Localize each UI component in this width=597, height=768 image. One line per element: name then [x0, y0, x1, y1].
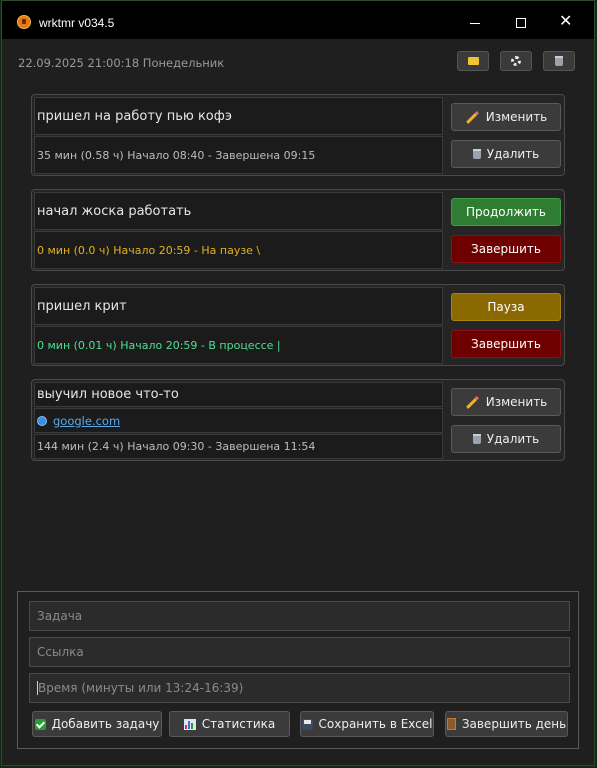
- link-input-placeholder: Ссылка: [37, 645, 84, 659]
- end-day-button[interactable]: Завершить день: [445, 711, 568, 737]
- task-meta: 35 мин (0.58 ч) Начало 08:40 - Завершена…: [34, 136, 443, 174]
- task-meta: 0 мин (0.0 ч) Начало 20:59 - На паузе \: [34, 231, 443, 269]
- trash-icon: [472, 434, 481, 444]
- trash-icon: [555, 56, 563, 66]
- task-title: начал жоска работать: [34, 192, 443, 230]
- edit-label: Изменить: [485, 395, 548, 409]
- edit-task-button[interactable]: Изменить: [451, 388, 561, 416]
- app-window: wrktmr v034.5 ✕ 22.09.2025 21:00:18 Поне…: [1, 0, 595, 766]
- task-input-placeholder: Задача: [37, 609, 83, 623]
- task-meta: 144 мин (2.4 ч) Начало 09:30 - Завершена…: [34, 434, 443, 459]
- statistics-label: Статистика: [201, 717, 276, 731]
- close-button[interactable]: ✕: [545, 9, 589, 37]
- task-link-row: google.com: [34, 408, 443, 433]
- add-task-label: Добавить задачу: [51, 717, 160, 731]
- finish-label: Завершить: [471, 242, 541, 256]
- delete-label: Удалить: [486, 432, 540, 446]
- task-input[interactable]: Задача: [29, 601, 570, 631]
- maximize-button[interactable]: [500, 9, 544, 37]
- continue-task-button[interactable]: Продолжить: [451, 198, 561, 226]
- task-title: выучил новое что-то: [34, 382, 443, 407]
- finish-task-button[interactable]: Завершить: [451, 235, 561, 263]
- header-bar: 22.09.2025 21:00:18 Понедельник: [2, 39, 594, 85]
- gear-icon: [511, 56, 521, 66]
- pencil-icon: [465, 395, 479, 409]
- delete-task-button[interactable]: Удалить: [451, 425, 561, 453]
- app-logo-icon: [17, 15, 31, 29]
- task-card: выучил новое что-то google.com 144 мин (…: [31, 379, 565, 461]
- task-card: начал жоска работать 0 мин (0.0 ч) Начал…: [31, 189, 565, 271]
- save-excel-label: Сохранить в Excel: [318, 717, 433, 731]
- clear-all-button[interactable]: [543, 51, 575, 71]
- task-card: пришел крит 0 мин (0.01 ч) Начало 20:59 …: [31, 284, 565, 366]
- edit-task-button[interactable]: Изменить: [451, 103, 561, 131]
- link-input[interactable]: Ссылка: [29, 637, 570, 667]
- trash-icon: [472, 149, 481, 159]
- delete-task-button[interactable]: Удалить: [451, 140, 561, 168]
- end-day-label: Завершить день: [461, 717, 567, 731]
- folder-icon: [467, 57, 479, 65]
- task-link[interactable]: google.com: [53, 414, 120, 428]
- time-input-placeholder: Время (минуты или 13:24-16:39): [38, 681, 244, 695]
- delete-label: Удалить: [486, 147, 540, 161]
- task-title: пришел крит: [34, 287, 443, 325]
- close-icon: ✕: [559, 11, 573, 30]
- window-title: wrktmr v034.5: [39, 16, 115, 30]
- globe-icon: [37, 415, 47, 426]
- task-card: пришел на работу пью кофэ 35 мин (0.58 ч…: [31, 94, 565, 176]
- pause-label: Пауза: [487, 300, 525, 314]
- current-datetime: 22.09.2025 21:00:18 Понедельник: [18, 56, 225, 70]
- continue-label: Продолжить: [466, 205, 546, 219]
- minimize-button[interactable]: [454, 9, 498, 37]
- open-folder-button[interactable]: [457, 51, 489, 71]
- add-task-button[interactable]: Добавить задачу: [32, 711, 162, 737]
- new-task-form: Задача Ссылка Время (минуты или 13:24-16…: [17, 591, 579, 749]
- save-excel-button[interactable]: Сохранить в Excel: [300, 711, 434, 737]
- task-title: пришел на работу пью кофэ: [34, 97, 443, 135]
- minimize-icon: [470, 23, 480, 24]
- title-bar: wrktmr v034.5 ✕: [2, 1, 594, 39]
- finish-label: Завершить: [471, 337, 541, 351]
- task-meta: 0 мин (0.01 ч) Начало 20:59 - В процессе…: [34, 326, 443, 364]
- finish-task-button[interactable]: Завершить: [451, 330, 561, 358]
- settings-button[interactable]: [500, 51, 532, 71]
- door-icon: [446, 718, 456, 730]
- floppy-disk-icon: [301, 718, 313, 730]
- pause-task-button[interactable]: Пауза: [451, 293, 561, 321]
- time-input[interactable]: Время (минуты или 13:24-16:39): [29, 673, 570, 703]
- pencil-icon: [465, 110, 479, 124]
- edit-label: Изменить: [485, 110, 548, 124]
- checkmark-icon: [34, 718, 46, 730]
- bar-chart-icon: [183, 718, 196, 730]
- statistics-button[interactable]: Статистика: [169, 711, 290, 737]
- maximize-icon: [516, 18, 526, 28]
